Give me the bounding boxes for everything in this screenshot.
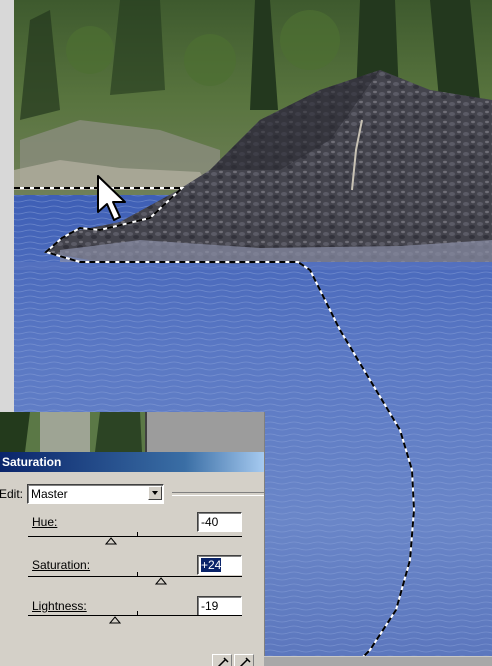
group-divider <box>172 492 264 496</box>
image-canvas[interactable]: Saturation Edit: Master Hue: -40 Saturat… <box>0 0 492 666</box>
eyedropper-group <box>212 654 264 666</box>
lightness-slider-center-tick <box>137 611 138 615</box>
saturation-slider-center-tick <box>137 572 138 576</box>
dialog-body: Edit: Master Hue: -40 Saturation: +24 Li… <box>0 472 264 666</box>
lightness-value: -19 <box>201 599 219 613</box>
eyedropper-plus-icon[interactable] <box>234 654 254 666</box>
dialog-titlebar[interactable]: Saturation <box>0 452 264 472</box>
hue-slider-track[interactable] <box>28 532 242 545</box>
lightness-value-field[interactable]: -19 <box>197 596 242 616</box>
saturation-value: +24 <box>201 558 222 572</box>
chevron-down-icon[interactable] <box>148 486 162 500</box>
dialog-preview-thumbnail <box>0 412 264 452</box>
lightness-label-text: Lightness: <box>32 599 87 613</box>
dialog-title: Saturation <box>2 455 62 469</box>
saturation-label: Saturation: <box>32 558 90 572</box>
hue-label-text: Hue: <box>32 515 58 529</box>
hue-saturation-dialog[interactable]: Saturation Edit: Master Hue: -40 Saturat… <box>0 412 265 666</box>
hue-slider-center-tick <box>137 532 138 536</box>
lightness-label: Lightness: <box>32 599 87 613</box>
hue-value-field[interactable]: -40 <box>197 512 242 532</box>
arrow-cursor-icon <box>97 175 126 221</box>
lightness-slider-track[interactable] <box>28 611 242 624</box>
hue-value: -40 <box>201 515 219 529</box>
edit-channel-select[interactable]: Master <box>27 484 164 504</box>
status-strip <box>264 656 492 666</box>
saturation-slider-track[interactable] <box>28 572 242 585</box>
hue-label: Hue: <box>32 515 57 529</box>
eyedropper-icon[interactable] <box>212 654 232 666</box>
edit-channel-value: Master <box>31 487 68 501</box>
saturation-value-field[interactable]: +24 <box>197 555 242 575</box>
saturation-label-text: Saturation: <box>32 558 91 572</box>
edit-label: Edit: <box>0 487 24 501</box>
